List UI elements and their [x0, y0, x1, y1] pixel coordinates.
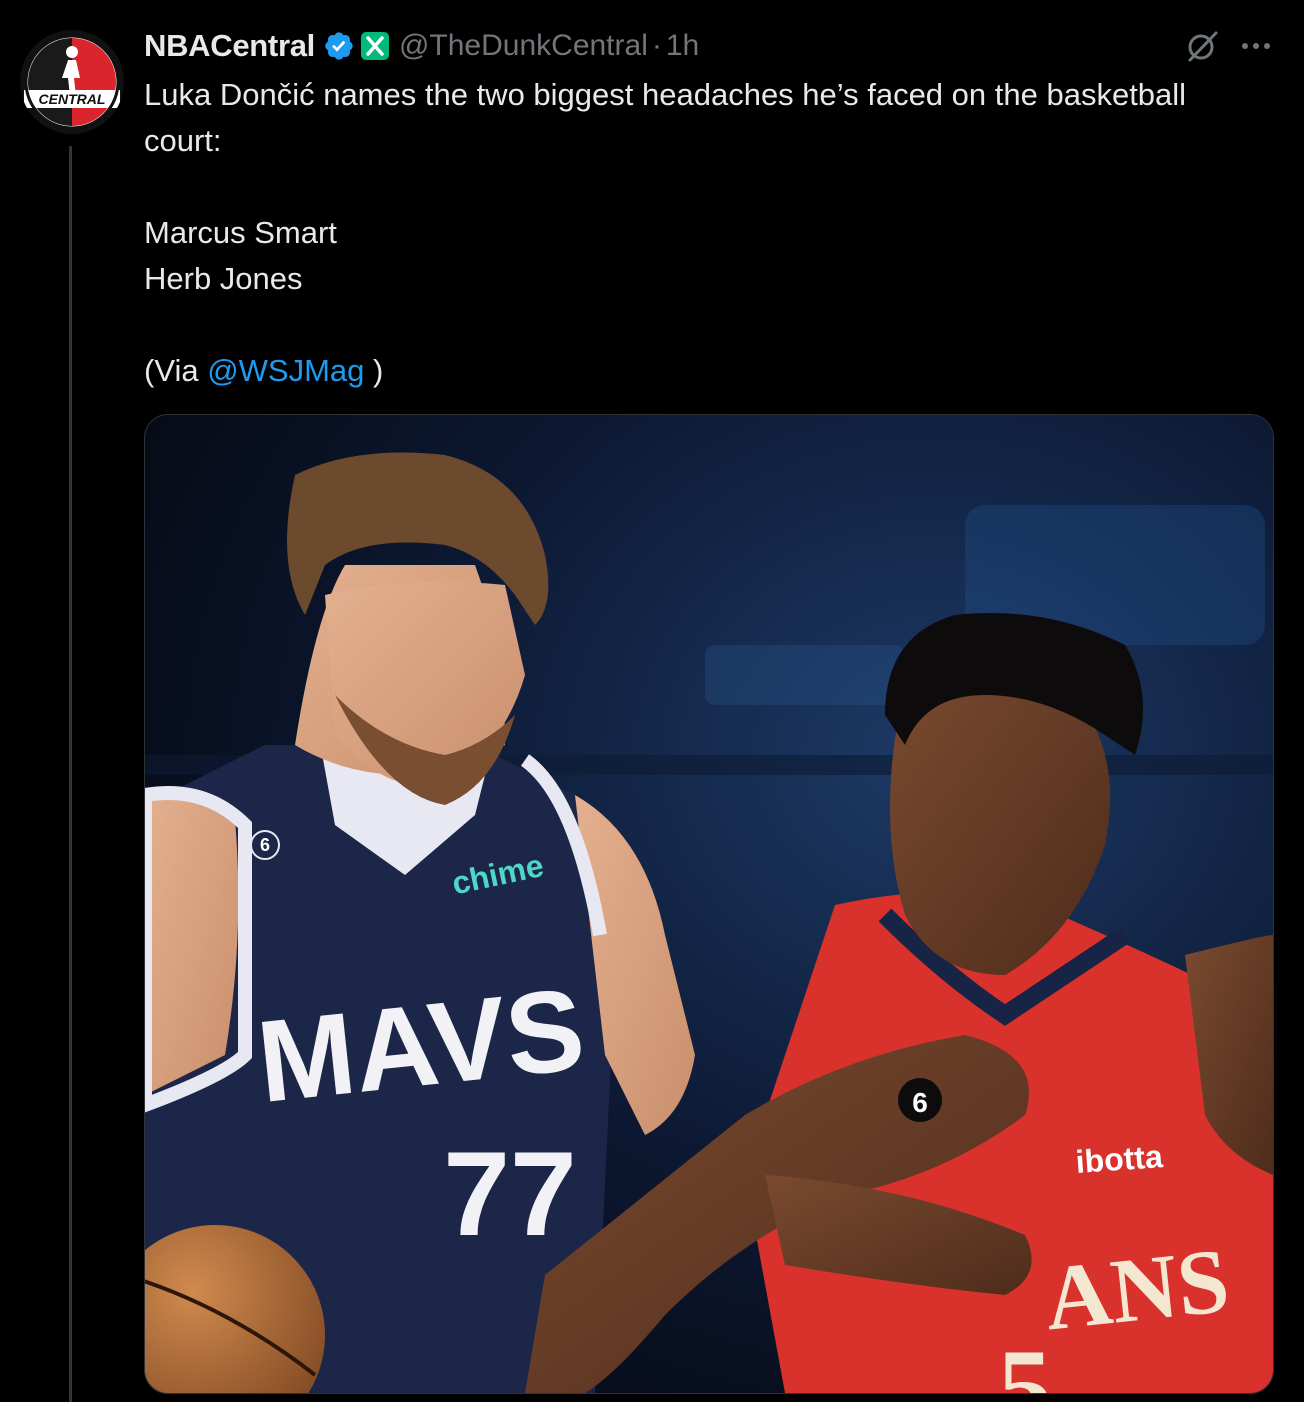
- more-icon[interactable]: [1238, 34, 1274, 58]
- timestamp[interactable]: 1h: [666, 29, 699, 63]
- verified-badge-icon[interactable]: [323, 30, 355, 62]
- thread-line: [69, 146, 72, 1402]
- mention-link[interactable]: @WSJMag: [207, 353, 364, 388]
- separator-dot: ·: [651, 29, 662, 62]
- tweet-header: NBACentral @TheDunkCentral · 1h: [144, 24, 699, 68]
- tweet-photo[interactable]: 6 chime MAVS 77 6 ibotta ANS 5: [144, 414, 1274, 1394]
- display-name[interactable]: NBACentral: [144, 28, 315, 64]
- tweet-text: Luka Dončić names the two biggest headac…: [144, 72, 1254, 394]
- tweet-text-line: Luka Dončić names the two biggest headac…: [144, 77, 1187, 158]
- avatar-logo: CENTRAL: [20, 30, 124, 134]
- tweet-text-item: Herb Jones: [144, 261, 303, 296]
- x-affiliate-icon[interactable]: [359, 30, 391, 62]
- left-number: 77: [443, 1127, 576, 1261]
- author-handle[interactable]: @TheDunkCentral: [399, 29, 648, 63]
- tweet-text-item: Marcus Smart: [144, 215, 337, 250]
- tweet-via-line: (Via @WSJMag ): [144, 348, 1254, 394]
- via-suffix: ): [364, 353, 384, 388]
- avatar[interactable]: CENTRAL: [20, 30, 124, 134]
- left-patch-number: 6: [260, 835, 270, 855]
- grok-icon[interactable]: [1184, 28, 1220, 64]
- right-team: ANS: [1040, 1229, 1234, 1350]
- right-patch-number: 6: [912, 1087, 928, 1118]
- via-prefix: (Via: [144, 353, 208, 388]
- right-sponsor: ibotta: [1075, 1138, 1165, 1180]
- photo-illustration: 6 chime MAVS 77 6 ibotta ANS 5: [145, 415, 1273, 1393]
- right-number: 5: [998, 1327, 1053, 1393]
- avatar-text: CENTRAL: [39, 91, 106, 107]
